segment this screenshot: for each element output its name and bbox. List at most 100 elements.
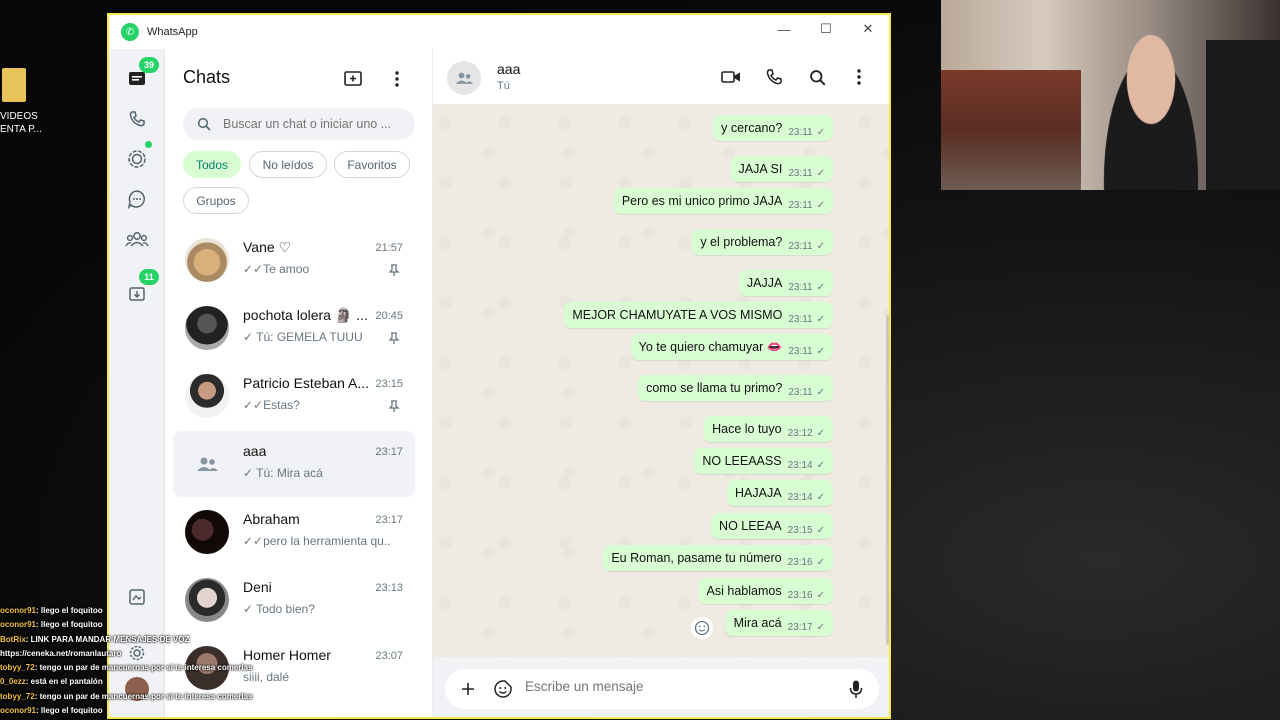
message-text: JAJJA bbox=[746, 276, 783, 290]
outgoing-message[interactable]: Eu Roman, pasame tu número 23:16 ✓ bbox=[603, 545, 833, 571]
stream-chat-text: : llego el foquitoo bbox=[36, 606, 103, 615]
close-button[interactable]: ✕ bbox=[847, 15, 889, 43]
sent-check-icon: ✓ bbox=[816, 427, 825, 439]
chats-nav-button[interactable]: 39 bbox=[123, 57, 159, 93]
chat-search-box[interactable] bbox=[183, 108, 415, 140]
outgoing-message[interactable]: JAJA SI 23:11 ✓ bbox=[730, 156, 833, 182]
filter-chip-todos[interactable]: Todos bbox=[183, 151, 241, 178]
outgoing-message[interactable]: Asi hablamos 23:16 ✓ bbox=[698, 578, 833, 604]
sent-check-icon: ✓ bbox=[816, 199, 825, 211]
chat-row-vane[interactable]: Vane ♡ 21:57 ✓✓Te amoo bbox=[173, 227, 415, 293]
sent-check-icon: ✓ bbox=[816, 556, 825, 568]
message-time: 23:11 bbox=[788, 313, 813, 325]
new-chat-button[interactable] bbox=[341, 67, 365, 91]
messages-area[interactable]: y cercano? 23:11 ✓ JAJA SI 23:11 ✓ Pero es mi … bbox=[433, 105, 889, 657]
maximize-button[interactable]: ☐ bbox=[805, 15, 847, 43]
outgoing-message[interactable]: Pero es mi unico primo JAJA 23:11 ✓ bbox=[613, 188, 833, 214]
react-button[interactable] bbox=[691, 617, 713, 639]
chat-list-menu-button[interactable] bbox=[385, 67, 409, 91]
chat-row-patricio[interactable]: Patricio Esteban A... 23:15 ✓✓Estas? bbox=[173, 363, 415, 429]
stream-chat-user: tobyy_72 bbox=[0, 663, 35, 673]
message-time: 23:14 bbox=[787, 491, 813, 503]
sticker-button[interactable] bbox=[492, 678, 514, 700]
outgoing-message[interactable]: NO LEEAA 23:15 ✓ bbox=[711, 513, 833, 539]
stream-chat-text: : está en el pantalón bbox=[25, 677, 103, 687]
message-text: y el problema? bbox=[700, 235, 783, 249]
stream-chat-user: oconor91 bbox=[0, 706, 37, 716]
outgoing-message[interactable]: JAJJA 23:11 ✓ bbox=[738, 270, 833, 296]
message-text: Eu Roman, pasame tu número bbox=[611, 551, 782, 565]
chat-name: Deni bbox=[243, 579, 272, 595]
avatar bbox=[185, 374, 229, 418]
outgoing-message[interactable]: y el problema? 23:11 ✓ bbox=[692, 229, 833, 255]
scrollbar-thumb[interactable] bbox=[886, 315, 889, 645]
stream-chat-line: tobyy_72: tengo un par de mancuernas por… bbox=[0, 661, 302, 675]
channels-nav-button[interactable] bbox=[123, 185, 151, 213]
chat-preview: ✓ Tú: GEMELA TUUU bbox=[243, 330, 363, 344]
chats-unread-badge: 39 bbox=[139, 57, 159, 73]
calls-nav-button[interactable] bbox=[123, 105, 151, 133]
filter-chip-favoritos[interactable]: Favoritos bbox=[334, 151, 410, 178]
chat-name: aaa bbox=[243, 443, 267, 459]
search-input[interactable] bbox=[223, 117, 403, 131]
conversation-avatar[interactable] bbox=[447, 61, 481, 95]
sticker-icon bbox=[494, 680, 512, 698]
outgoing-message[interactable]: NO LEEAASS 23:14 ✓ bbox=[694, 448, 833, 474]
filter-chip-grupos[interactable]: Grupos bbox=[183, 187, 249, 214]
stream-chat-line: 0_0ezz: está en el pantalón bbox=[0, 675, 302, 689]
stream-chat-line: oconor91: llego el foquitoo bbox=[0, 618, 302, 632]
chat-preview: ✓✓Estas? bbox=[243, 398, 300, 412]
message-time: 23:11 bbox=[788, 199, 813, 211]
chat-time: 20:45 bbox=[375, 310, 403, 322]
pin-icon bbox=[388, 400, 400, 412]
voice-message-button[interactable] bbox=[845, 678, 867, 700]
conversation-menu-button[interactable] bbox=[847, 65, 871, 89]
messages-scrollbar[interactable] bbox=[886, 105, 889, 657]
stream-chat-text: https://ceneka.net/romanlautaro bbox=[0, 648, 122, 658]
whatsapp-logo-icon: ✆ bbox=[121, 23, 139, 41]
chat-time: 23:15 bbox=[375, 378, 403, 390]
chat-name: Patricio Esteban A... bbox=[243, 375, 370, 391]
conversation-header[interactable]: aaa Tú bbox=[433, 49, 889, 105]
communities-nav-button[interactable] bbox=[123, 225, 151, 253]
outgoing-message[interactable]: como se llama tu primo? 23:11 ✓ bbox=[638, 375, 833, 401]
sent-check-icon: ✓ bbox=[816, 167, 825, 179]
desktop-folder-icon[interactable]: VIDEOS ENTA P... bbox=[0, 68, 58, 136]
status-new-dot bbox=[145, 141, 152, 148]
chat-row-abraham[interactable]: Abraham 23:17 ✓✓pero la herramienta qu..… bbox=[173, 499, 415, 565]
chat-preview: ✓ Tú: Mira acá bbox=[243, 466, 323, 480]
message-text: Hace lo tuyo bbox=[712, 422, 782, 436]
archived-nav-button[interactable]: 11 bbox=[123, 269, 159, 307]
pin-icon bbox=[388, 264, 400, 276]
outgoing-message[interactable]: Hace lo tuyo 23:12 ✓ bbox=[704, 416, 833, 442]
outgoing-message[interactable]: y cercano? 23:11 ✓ bbox=[713, 115, 833, 141]
status-nav-button[interactable] bbox=[123, 141, 152, 173]
sent-check-icon: ✓ bbox=[816, 459, 825, 471]
stream-chat-line: tobyy_72: tengo un par de mancuernas por… bbox=[0, 690, 302, 704]
message-time: 23:14 bbox=[787, 459, 813, 471]
outgoing-message[interactable]: HAJAJA 23:14 ✓ bbox=[727, 480, 833, 506]
stream-chat-text: : tengo un par de mancuernas por si te i… bbox=[34, 691, 253, 701]
stream-chat-user: tobyy_72 bbox=[0, 691, 35, 701]
outgoing-message[interactable]: Mira acá 23:17 ✓ bbox=[725, 610, 833, 636]
desktop-icon-label: VIDEOS ENTA P... bbox=[0, 111, 42, 135]
video-call-button[interactable] bbox=[719, 65, 743, 89]
chat-row-aaa[interactable]: aaa 23:17 ✓ Tú: Mira acá bbox=[173, 431, 415, 497]
outgoing-message[interactable]: MEJOR CHAMUYATE A VOS MISMO 23:11 ✓ bbox=[564, 302, 833, 328]
channels-icon bbox=[127, 190, 145, 209]
outgoing-message[interactable]: Yo te quiero chamuyar 👄 23:11 ✓ bbox=[630, 334, 833, 360]
minimize-button[interactable]: — bbox=[763, 15, 805, 43]
pin-icon bbox=[388, 332, 400, 344]
message-time: 23:11 bbox=[788, 167, 813, 179]
message-time: 23:11 bbox=[788, 126, 813, 138]
message-input[interactable] bbox=[525, 679, 815, 694]
message-text: MEJOR CHAMUYATE A VOS MISMO bbox=[572, 308, 783, 322]
chat-time: 23:17 bbox=[375, 446, 403, 458]
chat-preview: ✓✓pero la herramienta qu... bbox=[243, 534, 391, 548]
search-chat-button[interactable] bbox=[805, 65, 829, 89]
voice-call-button[interactable] bbox=[762, 65, 786, 89]
attach-button[interactable] bbox=[457, 678, 479, 700]
filter-chip-no-leidos[interactable]: No leídos bbox=[249, 151, 327, 178]
message-time: 23:16 bbox=[787, 556, 813, 568]
chat-row-pochota-lolera[interactable]: pochota lolera 🗿 ... 20:45 ✓ Tú: GEMELA … bbox=[173, 295, 415, 361]
